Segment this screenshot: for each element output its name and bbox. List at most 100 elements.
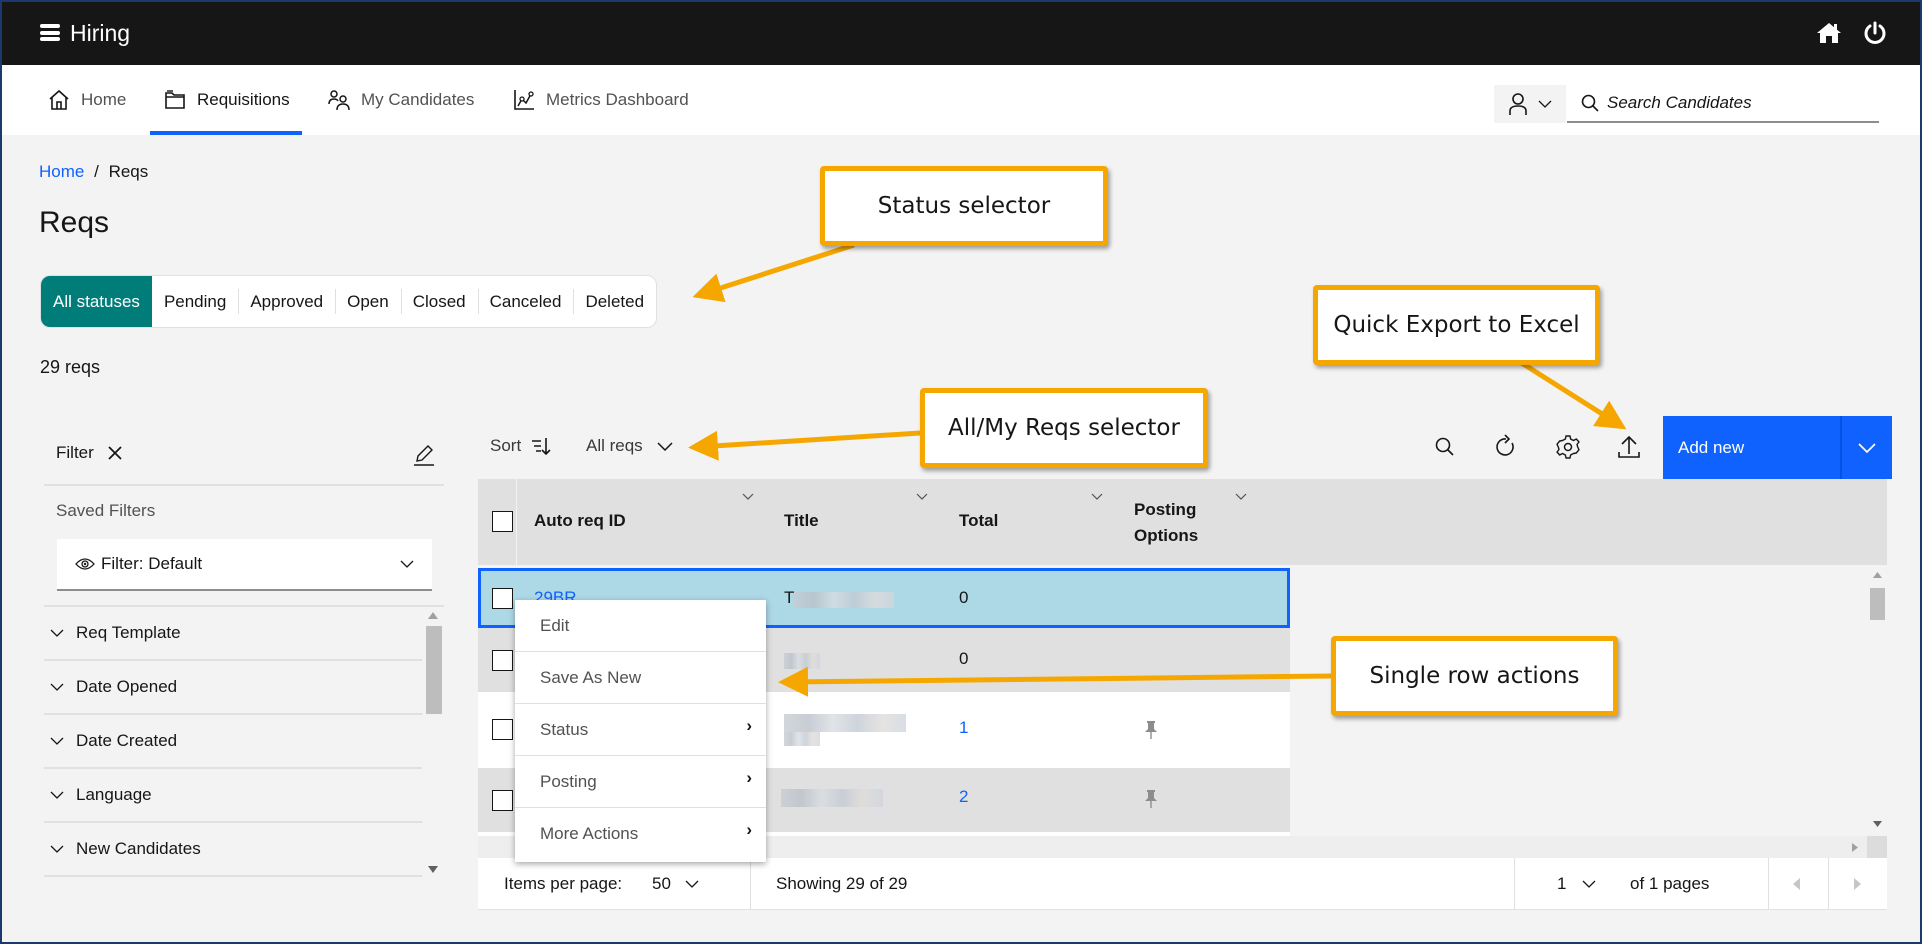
export-callout-arrow — [1515, 357, 1627, 430]
menu-item-status[interactable]: Status › — [515, 704, 766, 756]
nav-metrics-dashboard[interactable]: Metrics Dashboard — [512, 65, 689, 135]
refresh-icon[interactable] — [1493, 434, 1519, 460]
clear-filter-icon[interactable] — [108, 446, 122, 460]
divider — [1768, 858, 1769, 910]
row-checkbox[interactable] — [492, 650, 513, 671]
breadcrumb-home-link[interactable]: Home — [39, 162, 84, 181]
submenu-chevron-icon: › — [746, 716, 752, 735]
req-total-link[interactable]: 1 — [959, 718, 968, 738]
facet-language[interactable]: Language — [44, 769, 422, 823]
chart-icon — [514, 90, 534, 110]
callout-scope-selector: All/My Reqs selector — [920, 388, 1208, 468]
pin-icon[interactable] — [1144, 720, 1158, 740]
select-all-checkbox[interactable] — [492, 511, 513, 532]
status-tab-closed[interactable]: Closed — [400, 276, 478, 327]
items-per-page-select[interactable]: 50 — [652, 858, 699, 910]
chevron-down-icon — [50, 737, 64, 745]
nav-my-candidates[interactable]: My Candidates — [327, 65, 474, 135]
table-vertical-scrollbar[interactable] — [1868, 568, 1887, 833]
facet-label: Date Created — [76, 731, 178, 750]
active-tab-indicator — [150, 131, 302, 135]
sort-button[interactable]: Sort — [490, 436, 551, 456]
facet-label: Req Template — [76, 623, 181, 642]
menu-item-edit[interactable]: Edit — [515, 600, 766, 652]
callout-row-actions: Single row actions — [1331, 636, 1618, 716]
total-pages: of 1 pages — [1630, 874, 1710, 893]
chevron-down-icon — [1538, 100, 1552, 108]
column-header-auto-req-id[interactable]: Auto req ID — [534, 511, 626, 531]
status-tab-open[interactable]: Open — [335, 276, 401, 327]
page-value: 1 — [1557, 874, 1567, 893]
scroll-right-icon[interactable] — [1852, 843, 1858, 852]
column-menu-chevron-icon[interactable] — [742, 493, 754, 501]
redacted-text — [784, 653, 820, 669]
row-checkbox[interactable] — [492, 790, 513, 811]
status-tab-pending[interactable]: Pending — [152, 276, 238, 327]
status-tab-canceled[interactable]: Canceled — [477, 276, 574, 327]
facet-date-opened[interactable]: Date Opened — [44, 661, 422, 715]
settings-icon[interactable] — [1555, 434, 1581, 460]
chevron-down-icon — [400, 560, 414, 568]
prev-page-button[interactable] — [1793, 858, 1800, 910]
facet-label: Date Opened — [76, 677, 178, 696]
caret-left-icon — [1793, 878, 1800, 890]
nav-requisitions[interactable]: Requisitions — [150, 65, 302, 135]
add-new-button[interactable]: Add new — [1663, 416, 1840, 479]
req-total: 0 — [959, 588, 969, 607]
sort-label: Sort — [490, 436, 522, 455]
scroll-down-icon[interactable] — [428, 866, 438, 873]
status-tab-deleted[interactable]: Deleted — [573, 276, 656, 327]
edit-filter-icon[interactable] — [412, 443, 436, 467]
search-candidates-field[interactable] — [1567, 85, 1879, 123]
items-per-page-value: 50 — [652, 874, 671, 893]
column-header-title[interactable]: Title — [784, 511, 819, 531]
column-menu-chevron-icon[interactable] — [1235, 493, 1247, 501]
export-icon[interactable] — [1616, 434, 1642, 460]
menu-item-more-actions[interactable]: More Actions › — [515, 808, 766, 860]
chevron-down-icon — [1583, 880, 1596, 888]
add-new-menu-button[interactable] — [1840, 416, 1892, 479]
saved-filter-dropdown[interactable]: Filter: Default — [57, 539, 432, 591]
menu-item-posting[interactable]: Posting › — [515, 756, 766, 808]
chevron-down-icon — [657, 441, 673, 451]
user-menu-button[interactable] — [1494, 85, 1566, 123]
home-icon[interactable] — [1816, 21, 1842, 45]
facet-req-template[interactable]: Req Template — [44, 607, 422, 661]
menu-item-save-as-new[interactable]: Save As New — [515, 652, 766, 704]
page-select[interactable]: 1 — [1557, 858, 1596, 910]
req-total-link[interactable]: 2 — [959, 787, 968, 807]
nav-home[interactable]: Home — [47, 65, 126, 135]
reqs-scope-selector[interactable]: All reqs — [586, 436, 673, 456]
table-search-icon[interactable] — [1432, 434, 1458, 460]
filter-scrollbar[interactable] — [424, 608, 442, 878]
column-header-total[interactable]: Total — [959, 511, 998, 531]
row-checkbox[interactable] — [492, 588, 513, 609]
nav-requisitions-label: Requisitions — [197, 90, 290, 109]
column-menu-chevron-icon[interactable] — [1091, 493, 1103, 501]
scrollbar-thumb[interactable] — [426, 626, 442, 714]
scroll-down-icon[interactable] — [1873, 821, 1882, 827]
app-title: Hiring — [70, 20, 131, 46]
column-menu-chevron-icon[interactable] — [916, 493, 928, 501]
facet-label: New Candidates — [76, 839, 201, 858]
search-candidates-input[interactable] — [1607, 93, 1867, 113]
scrollbar-thumb[interactable] — [1870, 588, 1885, 620]
divider — [750, 858, 751, 910]
power-icon[interactable] — [1863, 21, 1887, 45]
next-page-button[interactable] — [1854, 858, 1861, 910]
facet-new-candidates[interactable]: New Candidates — [44, 823, 422, 877]
table-header: Auto req ID Title Total Posting Options — [478, 479, 1887, 565]
column-header-posting-options[interactable]: Posting Options — [1134, 497, 1214, 549]
divider — [44, 484, 444, 486]
status-tab-all[interactable]: All statuses — [41, 276, 152, 327]
main-nav: Home Requisitions My Candidates Metrics … — [2, 65, 1920, 135]
pin-icon[interactable] — [1144, 789, 1158, 809]
req-count: 29 reqs — [40, 357, 101, 377]
scroll-up-icon[interactable] — [1873, 572, 1882, 578]
scroll-up-icon[interactable] — [428, 612, 438, 619]
facet-date-created[interactable]: Date Created — [44, 715, 422, 769]
status-tab-approved[interactable]: Approved — [238, 276, 335, 327]
hamburger-menu-icon[interactable] — [40, 24, 60, 41]
row-checkbox[interactable] — [492, 719, 513, 740]
req-title: T — [784, 588, 795, 607]
